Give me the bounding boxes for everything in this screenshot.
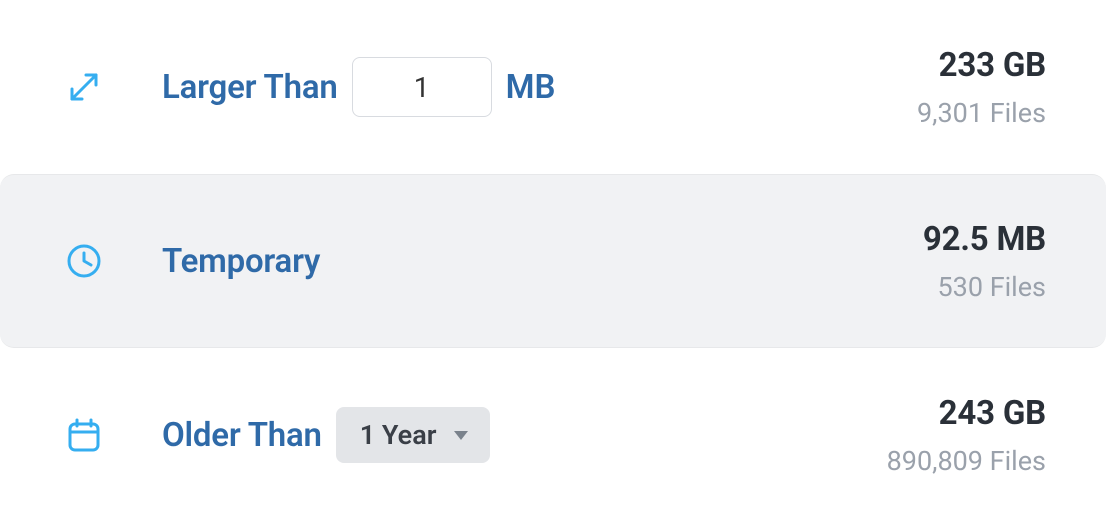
stats-larger: 233 GB 9,301 Files bbox=[826, 46, 1046, 129]
dropdown-value: 1 Year bbox=[360, 419, 437, 451]
row-older-than[interactable]: Older Than 1 Year 243 GB 890,809 Files bbox=[0, 348, 1106, 522]
calendar-icon bbox=[62, 413, 106, 457]
expand-icon bbox=[62, 65, 106, 109]
filter-list: Larger Than MB 233 GB 9,301 Files Tempor… bbox=[0, 0, 1106, 522]
row-larger-than[interactable]: Larger Than MB 233 GB 9,301 Files bbox=[0, 0, 1106, 174]
files-count: 9,301 Files bbox=[917, 97, 1046, 129]
unit-mb: MB bbox=[506, 68, 556, 107]
label-older-than: Older Than bbox=[162, 416, 322, 455]
stats-temporary: 92.5 MB 530 Files bbox=[826, 220, 1046, 303]
files-count: 890,809 Files bbox=[887, 445, 1046, 477]
label-larger-than: Larger Than bbox=[162, 68, 338, 107]
size-value: 233 GB bbox=[939, 46, 1046, 85]
label-area: Larger Than MB bbox=[162, 57, 826, 117]
label-temporary: Temporary bbox=[162, 242, 320, 281]
larger-than-input[interactable] bbox=[352, 57, 492, 117]
row-temporary[interactable]: Temporary 92.5 MB 530 Files bbox=[0, 174, 1106, 348]
size-value: 243 GB bbox=[939, 394, 1046, 433]
size-value: 92.5 MB bbox=[923, 220, 1046, 259]
clock-icon bbox=[62, 239, 106, 283]
chevron-down-icon bbox=[454, 431, 468, 440]
older-than-dropdown[interactable]: 1 Year bbox=[336, 407, 491, 463]
label-area: Temporary bbox=[162, 242, 826, 281]
stats-older: 243 GB 890,809 Files bbox=[826, 394, 1046, 477]
files-count: 530 Files bbox=[937, 271, 1046, 303]
label-area: Older Than 1 Year bbox=[162, 407, 826, 463]
